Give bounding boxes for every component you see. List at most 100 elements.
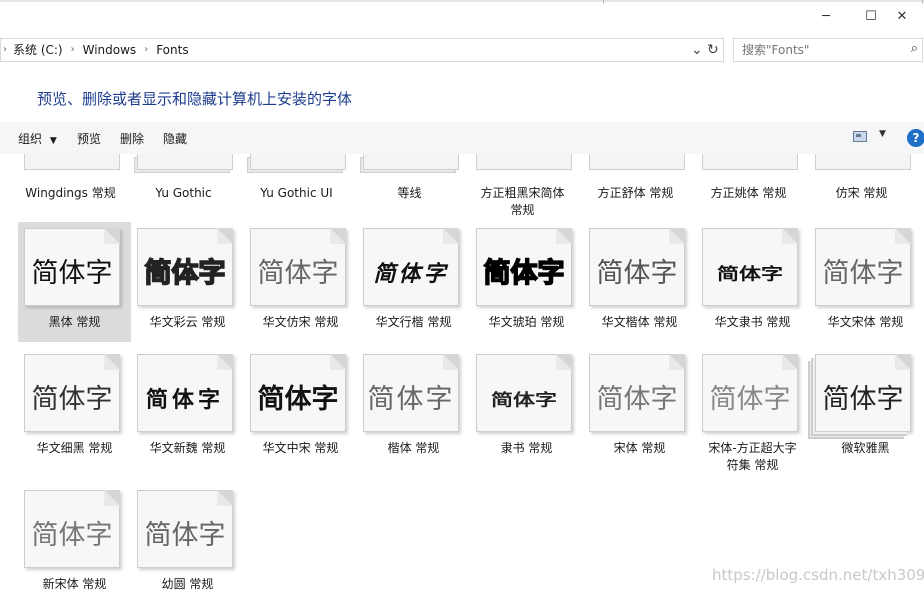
page-corner-fold [217,354,233,370]
font-item-label: 仿宋 常规 [835,186,888,200]
chevron-right-icon[interactable]: › [63,39,83,61]
single-page-icon [702,154,798,170]
page-corner-fold [330,354,346,370]
font-item[interactable]: 简体字 华文琥珀 常规 [470,222,583,342]
font-item-partial[interactable] [702,154,798,172]
breadcrumb-drive[interactable]: 系统 (C:) [13,39,63,61]
title-bar-edge [0,0,924,2]
refresh-icon[interactable]: ↻ [707,39,719,61]
font-item[interactable]: 简体字 微软雅黑 [809,348,922,468]
font-item-partial[interactable] [476,154,572,172]
help-icon[interactable]: ? [907,129,924,147]
font-item-label: Yu Gothic [155,186,212,200]
font-item[interactable]: 简体字 隶书 常规 [470,348,583,468]
address-row: ›系统 (C:)›Windows›Fonts ⌄ ↻ ⌕ [0,36,924,64]
font-item-label: Yu Gothic UI [260,186,333,200]
stacked-pages-icon [250,154,346,170]
font-file-icon: 简体字 [137,490,233,568]
font-item-label: 华文宋体 常规 [827,315,904,329]
font-file-icon: 简体字 [137,354,233,432]
font-item-partial[interactable] [250,154,346,172]
view-options-icon[interactable] [853,131,867,142]
font-file-icon: 简体字 [476,354,572,432]
stacked-pages-icon [137,154,233,170]
page-corner-fold [330,228,346,244]
divider [603,0,604,4]
breadcrumb: › 系统 (C:) › Windows › Fonts [1,39,189,61]
font-file-icon: 简体字 [702,354,798,432]
font-file-icon: 简体字 [24,490,120,568]
font-file-icon: 简体字 [24,354,120,432]
chevron-down-icon[interactable]: ⌄ [691,39,703,61]
font-preview-sample: 简体字 [373,261,449,287]
font-item[interactable]: 简体字 华文仿宋 常规 [244,222,357,342]
organize-button[interactable]: 组织 ▼ [18,130,57,147]
font-file-icon: 简体字 [702,228,798,306]
font-file-icon: 简体字 [24,228,120,306]
font-item-partial[interactable] [589,154,685,172]
font-item-label: 楷体 常规 [387,441,440,455]
search-box[interactable]: ⌕ [733,38,923,62]
font-item[interactable]: 简体字华文新魏 常规 [131,348,244,468]
font-item[interactable]: 简体字 宋体 常规 [583,348,696,468]
page-corner-fold [669,228,685,244]
font-item[interactable]: 简体字 华文楷体 常规 [583,222,696,342]
font-item-label: Wingdings 常规 [25,186,116,200]
font-item-label: 幼圆 常规 [161,577,214,591]
watermark: https://blog.csdn.net/txh3093 [712,566,924,584]
page-corner-fold [104,354,120,370]
preview-button[interactable]: 预览 [77,130,101,147]
close-button[interactable]: ✕ [879,6,924,28]
font-item[interactable]: 简体字华文细黑 常规 [18,348,131,468]
page-corner-fold [443,228,459,244]
font-preview-sample: 简体字 [367,384,455,415]
page-corner-fold [217,228,233,244]
font-item[interactable]: 简体字 华文中宋 常规 [244,348,357,468]
font-item-label: 华文行楷 常规 [375,315,452,329]
chevron-right-icon[interactable]: › [136,39,156,61]
font-preview-sample: 简体字 [709,384,791,415]
font-preview-sample: 简体字 [257,258,339,289]
font-item[interactable]: 简体字 新宋体 常规 [18,484,131,594]
breadcrumb-windows[interactable]: Windows [83,39,137,61]
single-page-icon [476,154,572,170]
font-preview-sample: 简体字 [144,520,226,551]
font-item[interactable]: 简体字 楷体 常规 [357,348,470,468]
font-item-partial[interactable] [363,154,459,172]
font-item[interactable]: 简体字华文行楷 常规 [357,222,470,342]
font-item[interactable]: 简体字华文宋体 常规 [809,222,922,342]
font-item-partial[interactable] [24,154,120,172]
delete-button[interactable]: 删除 [120,130,144,147]
font-item-label: 华文彩云 常规 [149,315,226,329]
minimize-button[interactable]: ─ [803,6,849,28]
hide-button[interactable]: 隐藏 [163,130,187,147]
font-item[interactable]: 简体字 幼圆 常规 [131,484,244,594]
chevron-right-icon[interactable]: › [1,39,13,61]
breadcrumb-fonts[interactable]: Fonts [156,39,188,61]
font-file-icon: 简体字 [815,228,911,306]
font-item-label: 方正舒体 常规 [597,186,674,200]
page-corner-fold [443,354,459,370]
font-preview-sample: 简体字 [716,264,783,284]
search-input[interactable] [742,42,892,58]
font-item[interactable]: 简体字 黑体 常规 [18,222,131,342]
address-bar[interactable]: › 系统 (C:) › Windows › Fonts ⌄ ↻ [0,38,724,62]
font-item[interactable]: 简体字 华文隶书 常规 [696,222,809,342]
font-preview-sample: 简体字 [31,384,113,415]
caret-down-icon[interactable]: ▼ [879,129,886,139]
font-item-label: 华文新魏 常规 [149,441,226,455]
search-icon[interactable]: ⌕ [911,41,918,56]
font-item-label: 隶书 常规 [500,441,553,455]
font-item[interactable]: 简体字 华文彩云 常规 [131,222,244,342]
page-corner-fold [669,354,685,370]
page-corner-fold [556,354,572,370]
title-bar: ─ ☐ ✕ [0,0,924,34]
font-file-icon: 简体字 [250,228,346,306]
font-item-partial[interactable] [137,154,233,172]
font-item-label: 方正姚体 常规 [710,186,787,200]
font-item-label: 华文细黑 常规 [36,441,113,455]
font-preview-sample: 简体字 [596,384,678,415]
font-file-icon: 简体字 [476,228,572,306]
font-item-partial[interactable] [815,154,911,172]
font-item[interactable]: 简体字 宋体-方正超大字 符集 常规 [696,348,809,472]
